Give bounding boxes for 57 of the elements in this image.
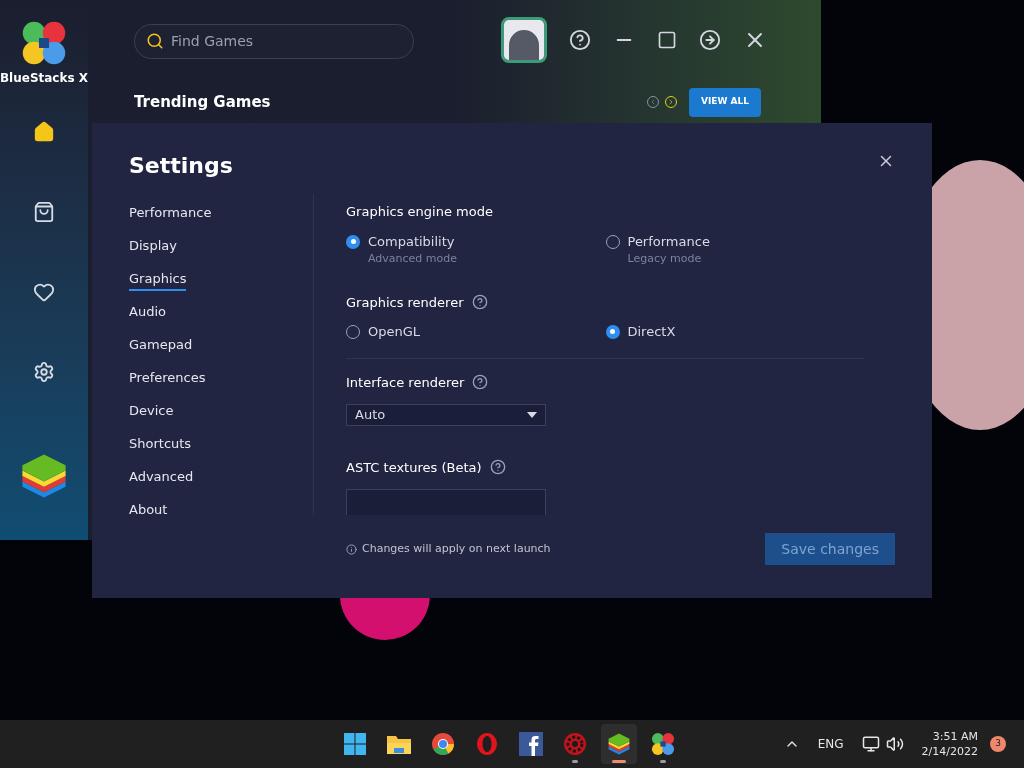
settings-icon[interactable] (33, 361, 55, 383)
section-title: Trending Games (134, 91, 271, 113)
logo-text: BlueStacks X (0, 70, 89, 87)
settings-menu-item[interactable]: Preferences (129, 367, 206, 390)
opera-icon[interactable] (475, 732, 499, 756)
bluestacks-icon (606, 731, 632, 757)
volume-icon[interactable] (885, 735, 904, 753)
facebook-icon[interactable] (519, 732, 543, 756)
section-label: Graphics renderer (346, 293, 464, 312)
settings-menu-item[interactable]: Graphics (129, 268, 187, 291)
network-icon[interactable] (861, 735, 880, 753)
home-icon[interactable] (33, 121, 55, 143)
search-icon (146, 31, 164, 50)
help-icon[interactable] (489, 459, 506, 476)
radio-button[interactable] (346, 234, 360, 249)
heart-icon[interactable] (33, 281, 55, 303)
settings-menu-item[interactable]: Performance (129, 202, 212, 225)
settings-menu-item[interactable]: Device (129, 400, 174, 423)
help-icon[interactable] (471, 294, 488, 311)
notification-badge[interactable]: 3 (990, 736, 1006, 752)
settings-menu-item[interactable]: About (129, 499, 168, 522)
radio-label[interactable]: OpenGL (368, 322, 421, 342)
settings-menu-item[interactable]: Advanced (129, 466, 194, 489)
clock-date[interactable]: 2/14/2022 (921, 744, 978, 759)
dialog-title: Settings (129, 152, 233, 180)
taskbar-app[interactable] (601, 724, 637, 764)
settings-menu-item[interactable]: Display (129, 235, 177, 258)
renderer-dropdown[interactable]: Auto (346, 404, 546, 426)
settings-menu-item[interactable]: Audio (129, 301, 166, 324)
info-icon (346, 543, 357, 555)
radio-label[interactable]: Compatibility (368, 231, 458, 251)
language-indicator[interactable]: ENG (817, 735, 844, 753)
radio-sublabel: Advanced mode (368, 251, 458, 267)
maximize-icon[interactable] (657, 30, 677, 50)
view-all-button[interactable]: VIEW ALL (689, 87, 761, 117)
radio-sublabel: Legacy mode (627, 251, 703, 267)
search-field[interactable]: Find Games (134, 23, 414, 59)
avatar[interactable] (501, 17, 547, 63)
settings-menu-item[interactable]: Shortcuts (129, 433, 192, 456)
chrome-icon[interactable] (431, 732, 455, 756)
settings-menu-item[interactable]: Gamepad (129, 334, 193, 357)
section-label: Interface renderer (346, 373, 465, 392)
radio-button[interactable] (605, 324, 620, 339)
arrow-right-icon[interactable] (699, 29, 721, 51)
windows-start-icon[interactable] (343, 732, 367, 756)
clock-time[interactable]: 3:51 AM (932, 729, 978, 744)
bluestacks-x-icon (650, 731, 676, 757)
bag-icon[interactable] (33, 201, 55, 223)
dropdown-caret-icon (527, 411, 537, 418)
section-label: Graphics engine mode (346, 203, 494, 221)
radio-label[interactable]: Performance (627, 231, 710, 251)
note-text: Changes will apply on next launch (362, 540, 551, 557)
help-icon[interactable] (472, 374, 489, 391)
gear-icon[interactable] (563, 732, 587, 756)
section-label: ASTC textures (Beta) (346, 458, 482, 477)
radio-label[interactable]: DirectX (627, 322, 676, 342)
help-icon[interactable] (569, 29, 591, 51)
